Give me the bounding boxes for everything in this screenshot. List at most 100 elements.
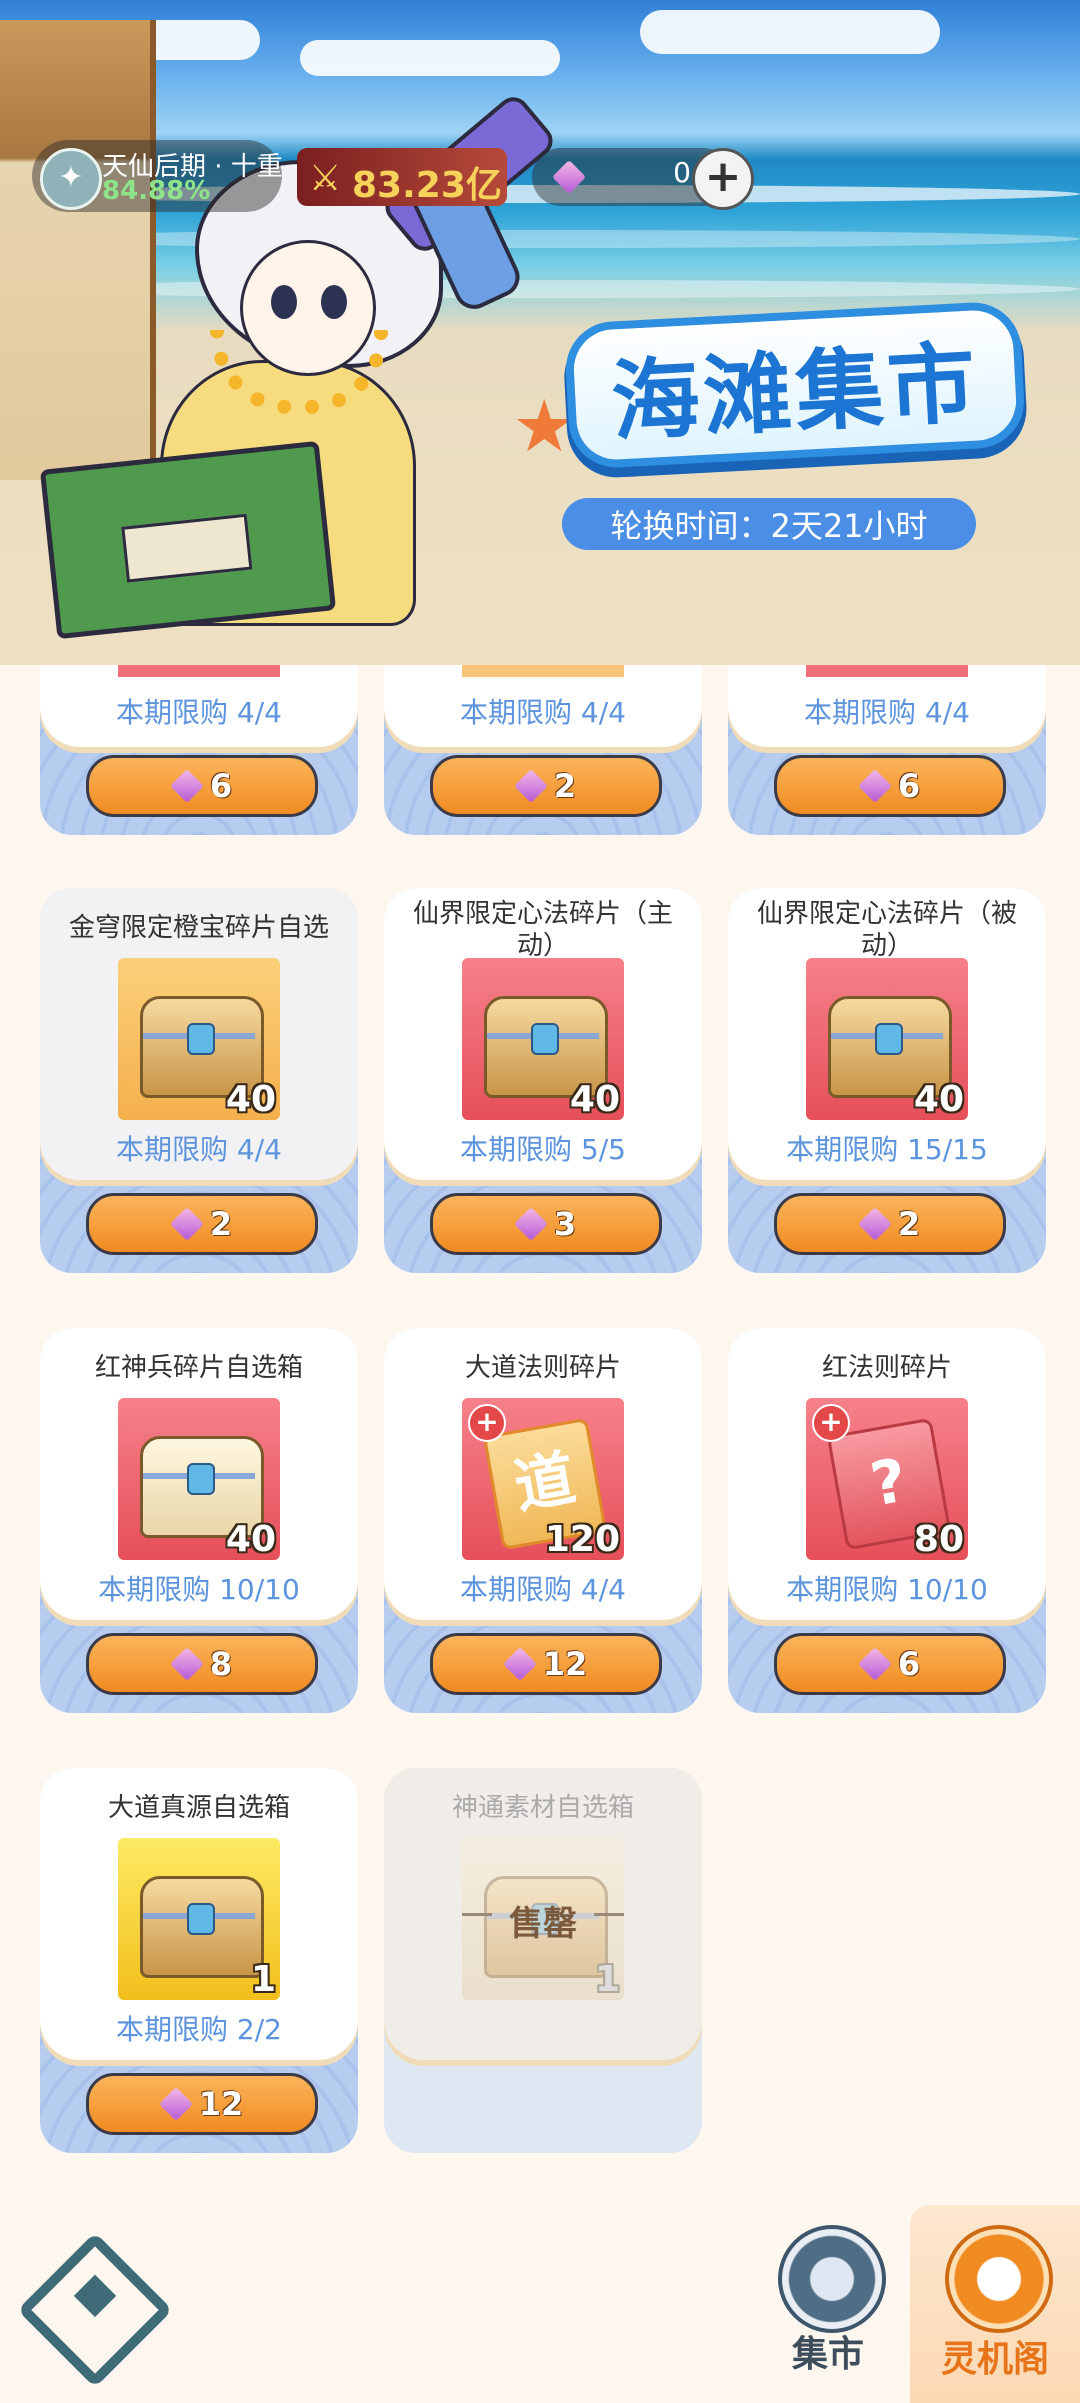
crystal-gem-icon <box>169 1207 204 1241</box>
realm-status[interactable]: ✦ 天仙后期 · 十重 84.88% <box>32 140 283 212</box>
crystal-gem-icon <box>169 1647 204 1681</box>
item-name: 红法则碎片 <box>821 1353 952 1383</box>
card-face: 神通素材自选箱 售罄 1 <box>384 1768 702 2060</box>
card-face: 本期限购 4/4 <box>40 665 358 747</box>
card-face: 仙界限定心法碎片（主动） 40 本期限购 5/5 <box>384 888 702 1180</box>
purchase-limit: 本期限购 10/10 <box>98 1573 300 1606</box>
item-icon: 40 <box>118 958 280 1120</box>
shop-item-card[interactable]: 红法则碎片 ? + 80 本期限购 10/10 6 <box>728 1328 1046 1713</box>
plus-badge-icon: + <box>468 1404 506 1442</box>
item-icon: 40 <box>118 1398 280 1560</box>
beach-hut <box>0 20 156 480</box>
item-icon-partial <box>118 665 280 677</box>
basket <box>39 440 337 640</box>
card-face: 金穹限定橙宝碎片自选 40 本期限购 4/4 <box>40 888 358 1180</box>
realm-icon: ✦ <box>40 148 102 210</box>
pavilion-icon <box>945 2225 1053 2333</box>
price: 2 <box>897 1205 921 1243</box>
shop-item-card[interactable]: 仙界限定心法碎片（主动） 40 本期限购 5/5 3 <box>384 888 702 1273</box>
plus-badge-icon: + <box>812 1404 850 1442</box>
shop-item-card[interactable]: 大道真源自选箱 1 本期限购 2/2 12 <box>40 1768 358 2153</box>
buy-button[interactable]: 6 <box>86 755 318 817</box>
buy-button[interactable]: 3 <box>430 1193 662 1255</box>
crystal-gem-icon <box>169 769 204 803</box>
banner-title: 海滩集市 <box>571 308 1019 462</box>
crystal-gem-icon <box>513 1207 548 1241</box>
combat-power-value: 83.23亿 <box>352 165 502 206</box>
shop-item-card: 本期限购 4/4 6 <box>728 665 1046 835</box>
sold-out-label: 售罄 <box>509 1904 577 1944</box>
item-name: 神通素材自选箱 <box>451 1793 634 1823</box>
crystal-gem-icon <box>552 160 586 194</box>
nav-tab-market[interactable]: 集市 <box>748 2225 908 2375</box>
item-icon-partial <box>806 665 968 677</box>
buy-button[interactable]: 2 <box>774 1193 1006 1255</box>
item-icon: 售罄 1 <box>462 1838 624 2000</box>
item-icon-partial <box>462 665 624 677</box>
purchase-limit: 本期限购 15/15 <box>786 1133 988 1166</box>
item-quantity: 1 <box>250 1959 276 2000</box>
starfish-icon: ★ <box>512 384 577 468</box>
buy-button[interactable]: 12 <box>430 1633 662 1695</box>
purchase-limit: 本期限购 4/4 <box>460 696 626 729</box>
wave <box>0 280 1080 298</box>
item-quantity: 1 <box>594 1959 620 2000</box>
card-face: 大道真源自选箱 1 本期限购 2/2 <box>40 1768 358 2060</box>
item-name: 红神兵碎片自选箱 <box>94 1353 303 1383</box>
game-logo-icon[interactable] <box>17 2232 173 2388</box>
crystal-gem-icon <box>158 2087 193 2121</box>
item-icon: 40 <box>806 958 968 1120</box>
buy-button[interactable]: 8 <box>86 1633 318 1695</box>
item-icon: ? + 80 <box>806 1398 968 1560</box>
purchase-limit: 本期限购 4/4 <box>116 696 282 729</box>
realm-progress: 84.88% <box>102 176 211 206</box>
shop-item-card[interactable]: 红神兵碎片自选箱 40 本期限购 10/10 8 <box>40 1328 358 1713</box>
add-gems-button[interactable]: + <box>692 148 754 210</box>
top-hud: ✦ 天仙后期 · 十重 84.88% ⚔ 83.23亿 0 + <box>32 140 754 212</box>
crossed-swords-icon: ⚔ <box>309 158 342 199</box>
card-face: 本期限购 4/4 <box>384 665 702 747</box>
item-icon: 40 <box>462 958 624 1120</box>
item-quantity: 120 <box>544 1519 620 1560</box>
price: 2 <box>553 767 577 805</box>
price: 12 <box>542 1645 588 1683</box>
wave <box>0 230 1080 248</box>
item-icon: 道 + 120 <box>462 1398 624 1560</box>
item-quantity: 40 <box>913 1079 964 1120</box>
purchase-limit: 本期限购 4/4 <box>116 1133 282 1166</box>
shop-item-card[interactable]: 金穹限定橙宝碎片自选 40 本期限购 4/4 2 <box>40 888 358 1273</box>
purchase-limit: 本期限购 10/10 <box>786 1573 988 1606</box>
buy-button[interactable]: 2 <box>430 755 662 817</box>
crystal-gem-icon <box>857 1207 892 1241</box>
shop-item-card: 本期限购 4/4 6 <box>40 665 358 835</box>
nav-tab-lingji[interactable]: 灵机阁 <box>910 2205 1080 2403</box>
cloud <box>640 10 940 54</box>
beach-market-banner: ★ 海滩集市 轮换时间：2天21小时 ✦ 天仙后期 · 十重 84.88% ⚔ … <box>0 0 1080 665</box>
purchase-limit: 本期限购 5/5 <box>460 1133 626 1166</box>
rotation-timer: 轮换时间：2天21小时 <box>562 498 976 550</box>
item-name: 大道法则碎片 <box>464 1353 621 1383</box>
purchase-limit: 本期限购 4/4 <box>460 1573 626 1606</box>
price: 6 <box>897 1645 921 1683</box>
item-quantity: 80 <box>913 1519 964 1560</box>
buy-button[interactable]: 12 <box>86 2073 318 2135</box>
character-eye <box>271 285 297 319</box>
treasure-chest-icon <box>140 1876 264 1978</box>
shop-item-card[interactable]: 大道法则碎片 道 + 120 本期限购 4/4 12 <box>384 1328 702 1713</box>
buy-button[interactable]: 6 <box>774 755 1006 817</box>
buy-button[interactable]: 2 <box>86 1193 318 1255</box>
item-name: 大道真源自选箱 <box>107 1793 290 1823</box>
nav-label: 集市 <box>791 2334 864 2375</box>
item-name: 仙界限定心法碎片（被动） <box>756 899 1017 961</box>
price: 6 <box>897 767 921 805</box>
purchase-limit: 本期限购 4/4 <box>804 696 970 729</box>
crystal-gem-icon <box>513 769 548 803</box>
buy-button[interactable]: 6 <box>774 1633 1006 1695</box>
price: 12 <box>198 2085 244 2123</box>
card-face: 红法则碎片 ? + 80 本期限购 10/10 <box>728 1328 1046 1620</box>
cloud <box>300 40 560 76</box>
card-face: 仙界限定心法碎片（被动） 40 本期限购 15/15 <box>728 888 1046 1180</box>
basket-label <box>121 513 253 583</box>
shop-item-card[interactable]: 仙界限定心法碎片（被动） 40 本期限购 15/15 2 <box>728 888 1046 1273</box>
card-face: 红神兵碎片自选箱 40 本期限购 10/10 <box>40 1328 358 1620</box>
